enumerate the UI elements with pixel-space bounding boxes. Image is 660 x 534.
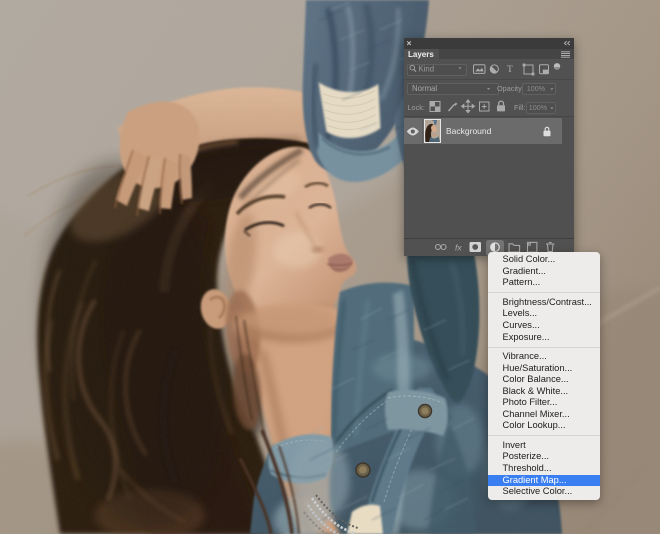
svg-text:Kind: Kind xyxy=(419,64,435,73)
svg-text:T: T xyxy=(507,65,513,75)
svg-text:fx: fx xyxy=(455,242,462,252)
